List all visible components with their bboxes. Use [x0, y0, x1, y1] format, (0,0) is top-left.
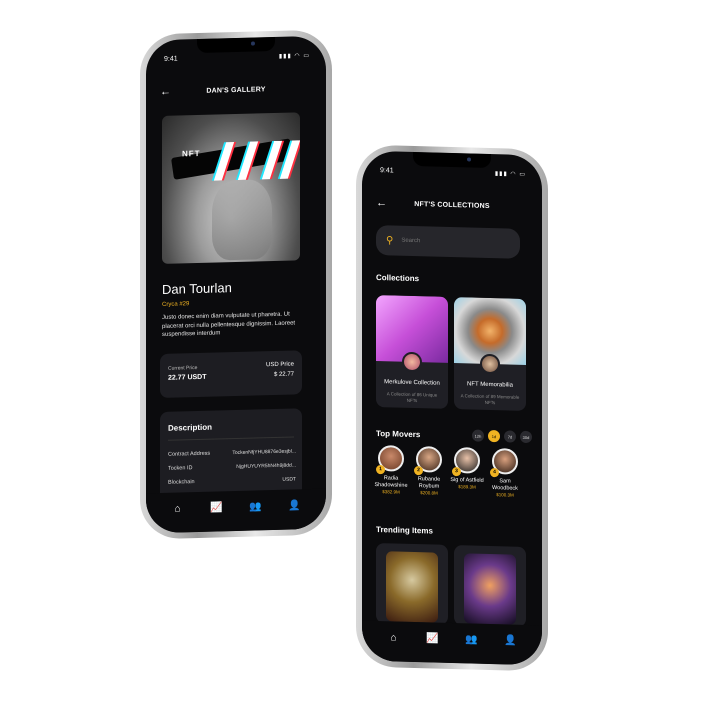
avatar [480, 353, 500, 375]
art-nft-badge: NFT [182, 148, 201, 159]
mover-value: $100.3M [496, 492, 514, 498]
community-icon[interactable]: 👥 [246, 501, 266, 513]
top-movers-heading: Top Movers [376, 429, 421, 440]
page-title: DAN'S GALLERY [206, 85, 266, 95]
avatar [402, 351, 422, 373]
detail-row: Contract Address TockenNfjYHU8876e3esjbl… [168, 448, 296, 457]
current-price-value: 22.77 USDT [168, 373, 207, 382]
artwork-description: Justo donec enim diam vulputate ut phare… [162, 311, 296, 338]
signal-icon: ▮▮▮ ◠ ▭ [278, 53, 310, 60]
home-icon[interactable]: ⌂ [168, 503, 188, 515]
detail-row: Blockchain USDT [168, 476, 296, 485]
status-time: 9:41 [380, 167, 394, 175]
left-phone-frame: 9:41 ▮▮▮ ◠ ▭ ← DAN'S GALLERY NFT Dan Tou… [140, 29, 332, 540]
mover-value: $200.8M [420, 490, 438, 496]
collection-card[interactable]: NFT Memorabilia A Collection of 89 Memor… [454, 297, 526, 411]
detail-label: Tocken ID [168, 465, 193, 472]
collection-subtitle: A Collection of 86 Unique NFTs [386, 391, 438, 404]
collection-id[interactable]: Cryca #29 [162, 301, 189, 308]
notch [197, 36, 275, 54]
detail-value: USDT [282, 476, 296, 483]
collection-title: NFT Memorabilia [467, 381, 513, 389]
collection-subtitle: A Collection of 89 Memorable NFTs [460, 393, 520, 406]
trending-item-card[interactable] [376, 543, 448, 625]
mover-value: $382.9M [382, 489, 400, 495]
status-bar: 9:41 ▮▮▮ ◠ ▭ [164, 52, 310, 63]
mover-name: Radia Shadowshine [374, 475, 408, 489]
detail-label: Blockchain [168, 479, 195, 486]
rank-badge: 1 [376, 465, 385, 475]
collections-screen: 9:41 ▮▮▮ ◠ ▭ ← NFT'S COLLECTIONS ⚲ Colle… [362, 150, 542, 666]
tab-bar: ⌂ 📈 👥 👤 [146, 488, 326, 534]
status-bar: 9:41 ▮▮▮ ◠ ▭ [380, 167, 526, 178]
detail-value[interactable]: NjgHUYUYR5hN4h9j8dd... [236, 462, 296, 470]
gallery-screen: 9:41 ▮▮▮ ◠ ▭ ← DAN'S GALLERY NFT Dan Tou… [146, 35, 326, 534]
trending-item-card[interactable] [454, 545, 526, 627]
nft-artwork-image[interactable]: NFT [162, 112, 300, 264]
details-heading: Description [168, 422, 213, 433]
mover-item[interactable]: 3 Sig of Astfield $189.3M [450, 447, 484, 490]
collection-title: Merkulove Collection [384, 379, 440, 387]
usd-price-label: USD Price [265, 361, 294, 369]
page-title: NFT'S COLLECTIONS [414, 200, 490, 210]
filter-chip[interactable]: 30d [520, 430, 532, 444]
right-phone-frame: 9:41 ▮▮▮ ◠ ▭ ← NFT'S COLLECTIONS ⚲ Colle… [356, 144, 548, 672]
detail-value[interactable]: TockenNfjYHU8876e3esjbl... [232, 448, 296, 456]
artist-name: Dan Tourlan [162, 280, 232, 297]
search-input[interactable] [401, 237, 502, 247]
trending-heading: Trending Items [376, 525, 433, 536]
search-bar[interactable]: ⚲ [376, 225, 520, 259]
mover-item[interactable]: 1 Radia Shadowshine $382.9M [374, 445, 408, 495]
mover-name: Rubande Roybum [417, 476, 441, 490]
community-icon[interactable]: 👥 [462, 634, 482, 646]
rank-badge: 3 [452, 467, 461, 477]
mover-item[interactable]: 4 Sam Woodbeck $100.3M [488, 448, 522, 498]
trending-item-image [464, 553, 516, 625]
art-face-shape [212, 179, 272, 261]
current-price-label: Current Price [168, 365, 198, 372]
notch [413, 151, 491, 169]
filter-chip[interactable]: 12h [472, 429, 484, 442]
back-arrow-icon[interactable]: ← [376, 197, 396, 210]
chart-icon[interactable]: 📈 [423, 633, 443, 645]
tab-bar: ⌂ 📈 👥 👤 [362, 620, 542, 666]
filter-chip-selected[interactable]: 1d [488, 429, 500, 443]
mover-item[interactable]: 2 Rubande Roybum $200.8M [412, 446, 446, 496]
top-bar: ← NFT'S COLLECTIONS [376, 193, 528, 217]
profile-icon[interactable]: 👤 [285, 500, 305, 512]
camera-dot [251, 41, 255, 46]
top-bar: ← DAN'S GALLERY [160, 78, 312, 102]
signal-icon: ▮▮▮ ◠ ▭ [494, 171, 526, 178]
rank-badge: 2 [414, 466, 423, 476]
mover-name: Sam Woodbeck [492, 478, 518, 492]
price-card: Current Price 22.77 USDT USD Price $ 22.… [160, 350, 302, 398]
status-time: 9:41 [164, 55, 178, 63]
divider [168, 436, 294, 441]
rank-badge: 4 [490, 467, 499, 478]
detail-label: Contract Address [168, 450, 211, 458]
chart-icon[interactable]: 📈 [207, 502, 227, 514]
search-icon: ⚲ [386, 234, 394, 246]
home-icon[interactable]: ⌂ [384, 632, 404, 644]
mover-value: $189.3M [458, 484, 476, 490]
collections-heading: Collections [376, 273, 420, 284]
filter-chip[interactable]: 7d [504, 430, 516, 443]
back-arrow-icon[interactable]: ← [160, 85, 180, 98]
detail-row: Tocken ID NjgHUYUYR5hN4h9j8dd... [168, 462, 296, 471]
trending-item-image [386, 551, 438, 623]
time-filter-group: 12h 1d 7d 30d [472, 429, 532, 444]
collection-card[interactable]: Merkulove Collection A Collection of 86 … [376, 295, 448, 409]
profile-icon[interactable]: 👤 [501, 635, 521, 647]
camera-dot [467, 157, 471, 162]
usd-price-value: $ 22.77 [273, 371, 294, 379]
